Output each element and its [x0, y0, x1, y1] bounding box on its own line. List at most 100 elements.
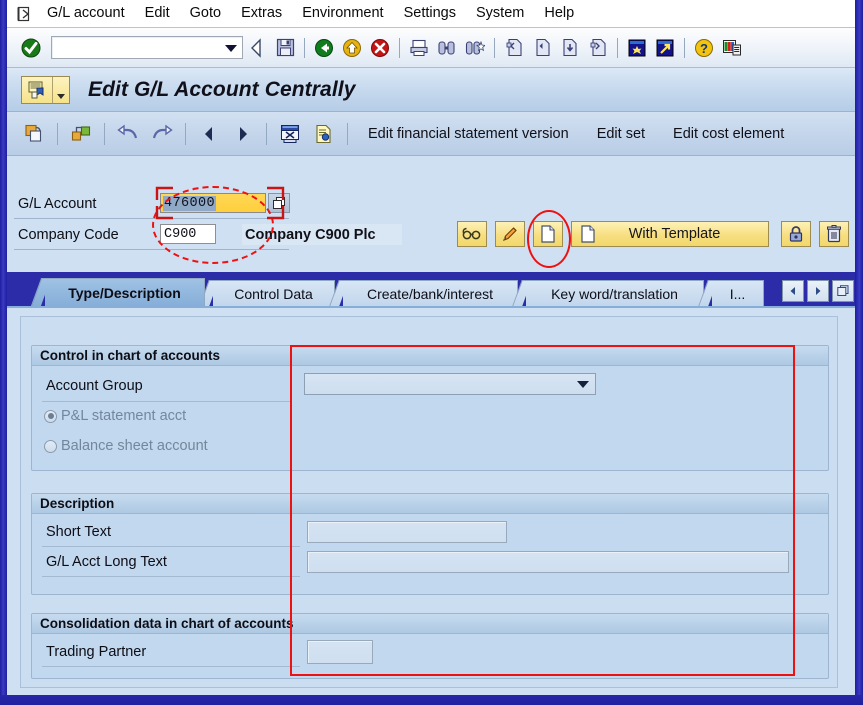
command-input[interactable] — [52, 38, 220, 57]
standard-toolbar: ? — [7, 28, 855, 68]
screen-area: Control in chart of accounts Account Gro… — [20, 316, 838, 688]
chevron-down-icon[interactable] — [225, 45, 237, 52]
gl-account-input[interactable]: 476000 — [160, 193, 266, 213]
tab-control-data[interactable]: Control Data — [199, 280, 335, 306]
menu-bar: G/L account Edit Goto Extras Environment… — [7, 0, 855, 28]
company-code-input[interactable]: C900 — [160, 224, 216, 244]
chevron-down-icon[interactable] — [577, 381, 589, 388]
tab-strip: Type/Description Control Data Create/ban… — [7, 278, 855, 306]
redo-icon[interactable] — [148, 119, 176, 149]
field-underline — [14, 218, 289, 219]
with-template-button[interactable]: With Template — [571, 221, 769, 247]
window-right-border — [855, 0, 863, 705]
command-field[interactable] — [51, 36, 243, 59]
toolbar-separator — [104, 122, 105, 145]
create-button[interactable] — [533, 221, 563, 247]
field-underline — [42, 401, 292, 402]
menu-item-goto[interactable]: Goto — [180, 3, 231, 24]
gl-acct-long-text-label: G/L Acct Long Text — [46, 554, 167, 570]
chevron-down-icon[interactable] — [53, 77, 69, 103]
matchcode-search-icon[interactable] — [268, 193, 290, 213]
application-toolbar: Edit financial statement version Edit se… — [7, 112, 855, 156]
previous-icon[interactable] — [195, 119, 223, 149]
link-edit-cost-element[interactable]: Edit cost element — [673, 126, 784, 142]
menu-item-edit[interactable]: Edit — [135, 3, 180, 24]
glasses-icon — [462, 227, 482, 241]
exit-yellow-icon[interactable] — [339, 34, 365, 62]
screen-menu-button[interactable] — [21, 75, 70, 104]
back-green-icon[interactable] — [311, 34, 337, 62]
delete-button[interactable] — [819, 221, 849, 247]
save-icon[interactable] — [272, 34, 298, 62]
customize-layout-icon[interactable] — [719, 34, 745, 62]
help-icon[interactable]: ? — [691, 34, 717, 62]
change-button[interactable] — [495, 221, 525, 247]
toolbar-separator — [185, 122, 186, 145]
tab-key-word-translation[interactable]: Key word/translation — [512, 280, 704, 306]
field-underline — [42, 546, 300, 547]
last-page-icon[interactable] — [585, 34, 611, 62]
copy-icon[interactable] — [20, 119, 48, 149]
lock-icon — [788, 225, 804, 243]
find-icon[interactable] — [434, 34, 460, 62]
field-underline — [42, 576, 300, 577]
tab-edge — [30, 278, 52, 306]
menu-item-environment[interactable]: Environment — [292, 3, 393, 24]
enter-ok-icon[interactable] — [17, 34, 45, 62]
menu-item-gl-account[interactable]: G/L account — [37, 3, 135, 24]
radio-button[interactable] — [44, 409, 57, 423]
toolbar-separator — [266, 122, 267, 145]
tab-list-icon[interactable] — [832, 280, 854, 302]
back-arrow-icon[interactable] — [244, 34, 270, 62]
account-group-dropdown[interactable] — [304, 373, 596, 395]
next-icon[interactable] — [229, 119, 257, 149]
menu-item-settings[interactable]: Settings — [394, 3, 466, 24]
previous-page-icon[interactable] — [529, 34, 555, 62]
svg-text:?: ? — [700, 41, 708, 56]
link-edit-set[interactable]: Edit set — [597, 126, 645, 142]
link-edit-financial-statement-version[interactable]: Edit financial statement version — [368, 126, 569, 142]
group-description: Description Short Text G/L Acct Long Tex… — [31, 493, 829, 595]
group-title: Control in chart of accounts — [32, 346, 828, 366]
trading-partner-label: Trading Partner — [46, 644, 147, 660]
tab-scroll-left-icon[interactable] — [782, 280, 804, 302]
menu-label: G/L account — [47, 5, 125, 21]
create-shortcut-icon[interactable] — [652, 34, 678, 62]
other-account-icon[interactable] — [67, 119, 95, 149]
first-page-icon[interactable] — [501, 34, 527, 62]
pencil-icon — [501, 225, 519, 243]
menu-item-extras[interactable]: Extras — [231, 3, 292, 24]
field-underline — [42, 666, 300, 667]
gl-account-value: 476000 — [163, 195, 217, 211]
tab-type-description[interactable]: Type/Description — [30, 278, 205, 306]
trading-partner-input[interactable] — [307, 640, 373, 664]
menu-item-system[interactable]: System — [466, 3, 534, 24]
system-menu-icon[interactable] — [11, 1, 37, 27]
print-icon[interactable] — [406, 34, 432, 62]
undo-icon[interactable] — [114, 119, 142, 149]
toolbar-separator — [57, 122, 58, 145]
display-changes-button[interactable] — [457, 221, 487, 247]
gl-acct-long-text-input[interactable] — [307, 551, 789, 573]
sap-gui-window: G/L account Edit Goto Extras Environment… — [0, 0, 863, 705]
block-button[interactable] — [781, 221, 811, 247]
tab-information[interactable]: I... — [698, 280, 764, 306]
radio-button[interactable] — [44, 439, 57, 453]
tab-scroll-right-icon[interactable] — [807, 280, 829, 302]
tab-label: Create/bank/interest — [366, 285, 494, 302]
radio-pl-statement-acct[interactable]: P&L statement acct — [44, 408, 186, 424]
menu-label: Environment — [302, 5, 384, 21]
short-text-input[interactable] — [307, 521, 507, 543]
cancel-red-icon[interactable] — [367, 34, 393, 62]
tab-create-bank-interest[interactable]: Create/bank/interest — [329, 280, 518, 306]
menu-item-help[interactable]: Help — [534, 3, 584, 24]
create-session-icon[interactable] — [624, 34, 650, 62]
trash-icon — [826, 225, 842, 243]
next-page-icon[interactable] — [557, 34, 583, 62]
with-template-label: With Template — [628, 226, 721, 242]
sample-account-icon[interactable] — [276, 119, 304, 149]
company-code-value: C900 — [164, 226, 197, 242]
display-document-icon[interactable] — [310, 119, 338, 149]
radio-balance-sheet-account[interactable]: Balance sheet account — [44, 438, 208, 454]
find-next-icon[interactable] — [462, 34, 488, 62]
